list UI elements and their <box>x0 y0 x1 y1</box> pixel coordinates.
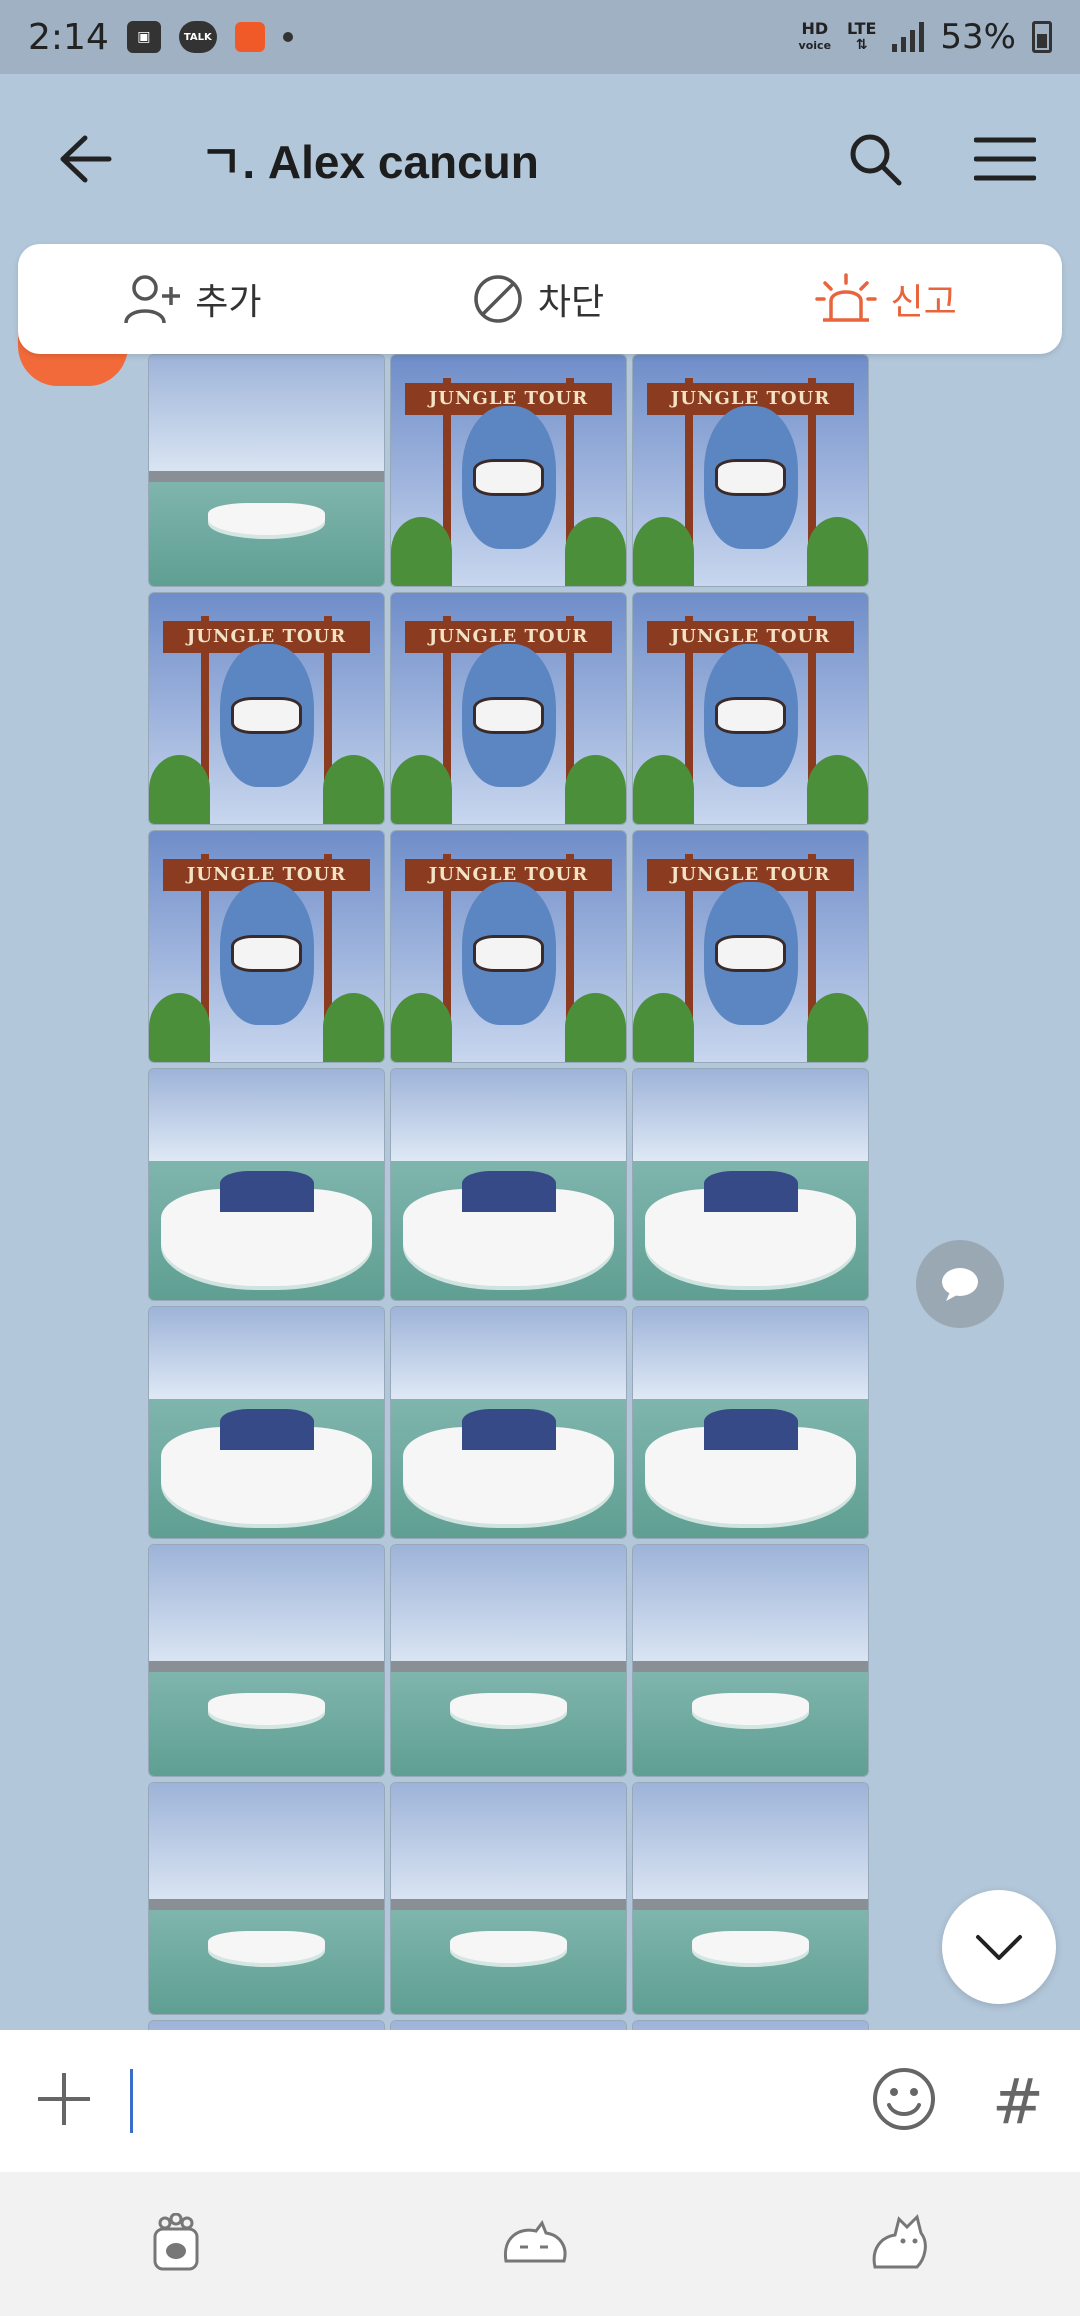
photo-thumbnail[interactable] <box>632 1782 869 2015</box>
photo-thumbnail[interactable] <box>148 1068 385 1301</box>
photo-thumbnail[interactable]: JUNGLE TOUR <box>632 830 869 1063</box>
arrow-left-icon <box>60 135 112 183</box>
photo-thumbnail[interactable]: JUNGLE TOUR <box>148 592 385 825</box>
emoji-icon <box>873 2068 936 2130</box>
block-button[interactable]: 차단 <box>472 273 604 325</box>
person-add-icon <box>124 275 181 324</box>
scroll-to-bottom-button[interactable] <box>942 1890 1056 2004</box>
more-notifications-dot <box>282 32 293 42</box>
emoji-button[interactable] <box>872 2067 936 2135</box>
gallery-notification-icon: ▣ <box>126 21 161 53</box>
message-input-bar: # <box>0 2030 1080 2172</box>
report-label: 신고 <box>890 282 957 323</box>
chat-title: ㄱ. Alex cancun <box>200 136 539 188</box>
attach-button[interactable] <box>36 2071 92 2131</box>
app-notification-icon <box>234 22 265 52</box>
hamburger-menu-icon <box>974 137 1036 181</box>
chat-bubble-icon <box>942 1268 978 1301</box>
paw-emoticon[interactable] <box>149 2212 203 2275</box>
photo-thumbnail[interactable] <box>390 1306 627 1539</box>
back-button[interactable] <box>40 114 130 204</box>
photo-thumbnail[interactable]: JUNGLE TOUR <box>632 592 869 825</box>
status-bar: 2:14 ▣ TALK HD voice LTE ⇅ 53% <box>0 0 1080 74</box>
photo-thumbnail[interactable] <box>148 354 385 587</box>
photo-thumbnail[interactable] <box>632 1544 869 1777</box>
paw-icon <box>153 2212 199 2271</box>
hashtag-button[interactable]: # <box>992 2065 1044 2138</box>
photo-thumbnail[interactable] <box>632 2020 869 2030</box>
stranger-action-bar: 추가 차단 신고 <box>18 244 1062 354</box>
plus-icon <box>38 2073 90 2125</box>
search-button[interactable] <box>840 124 910 194</box>
hashtag-icon: # <box>992 2064 1044 2138</box>
battery-percent: 53% <box>940 17 1016 57</box>
photo-thumbnail[interactable]: JUNGLE TOUR <box>148 830 385 1063</box>
photo-thumbnail[interactable] <box>632 1306 869 1539</box>
add-friend-label: 추가 <box>195 282 262 323</box>
photo-thumbnail[interactable] <box>632 1068 869 1301</box>
chevron-down-icon <box>976 1935 1022 1960</box>
photo-album-message[interactable]: JUNGLE TOUR JUNGLE TOUR JUNGLE TOUR JUNGLE … <box>148 354 870 2030</box>
photo-thumbnail[interactable] <box>148 1544 385 1777</box>
quick-reply-button[interactable] <box>916 1240 1004 1328</box>
photo-thumbnail[interactable] <box>390 1782 627 2015</box>
photo-thumbnail[interactable]: JUNGLE TOUR <box>390 354 627 587</box>
menu-button[interactable] <box>970 124 1040 194</box>
siren-icon <box>814 273 877 322</box>
photo-thumbnail[interactable]: JUNGLE TOUR <box>632 354 869 587</box>
clock: 2:14 <box>28 16 109 58</box>
talk-notification-icon: TALK <box>178 21 217 53</box>
message-input[interactable] <box>130 2069 133 2133</box>
photo-thumbnail[interactable] <box>148 1782 385 2015</box>
signal-icon <box>892 22 925 52</box>
stretching-cat-emoticon[interactable] <box>867 2213 931 2275</box>
photo-thumbnail[interactable] <box>390 2020 627 2030</box>
photo-thumbnail[interactable] <box>148 2020 385 2030</box>
block-label: 차단 <box>537 282 605 323</box>
photo-thumbnail[interactable]: JUNGLE TOUR <box>390 592 627 825</box>
photo-thumbnail[interactable] <box>148 1306 385 1539</box>
photo-thumbnail[interactable] <box>390 1544 627 1777</box>
sleeping-cat-icon <box>503 2219 567 2263</box>
report-button[interactable]: 신고 <box>814 273 957 325</box>
add-friend-button[interactable]: 추가 <box>123 273 261 325</box>
block-icon <box>474 275 522 323</box>
lte-indicator: LTE ⇅ <box>847 19 877 53</box>
battery-icon <box>1032 21 1052 53</box>
photo-thumbnail[interactable]: JUNGLE TOUR <box>390 830 627 1063</box>
search-icon <box>850 134 902 186</box>
sleeping-cat-emoticon[interactable] <box>500 2217 570 2271</box>
stretching-cat-icon <box>872 2214 928 2269</box>
photo-thumbnail[interactable] <box>390 1068 627 1301</box>
chat-header: ㄱ. Alex cancun <box>0 74 1080 244</box>
hd-voice-indicator: HD voice <box>798 19 832 53</box>
emoticon-suggestion-bar <box>0 2172 1080 2316</box>
